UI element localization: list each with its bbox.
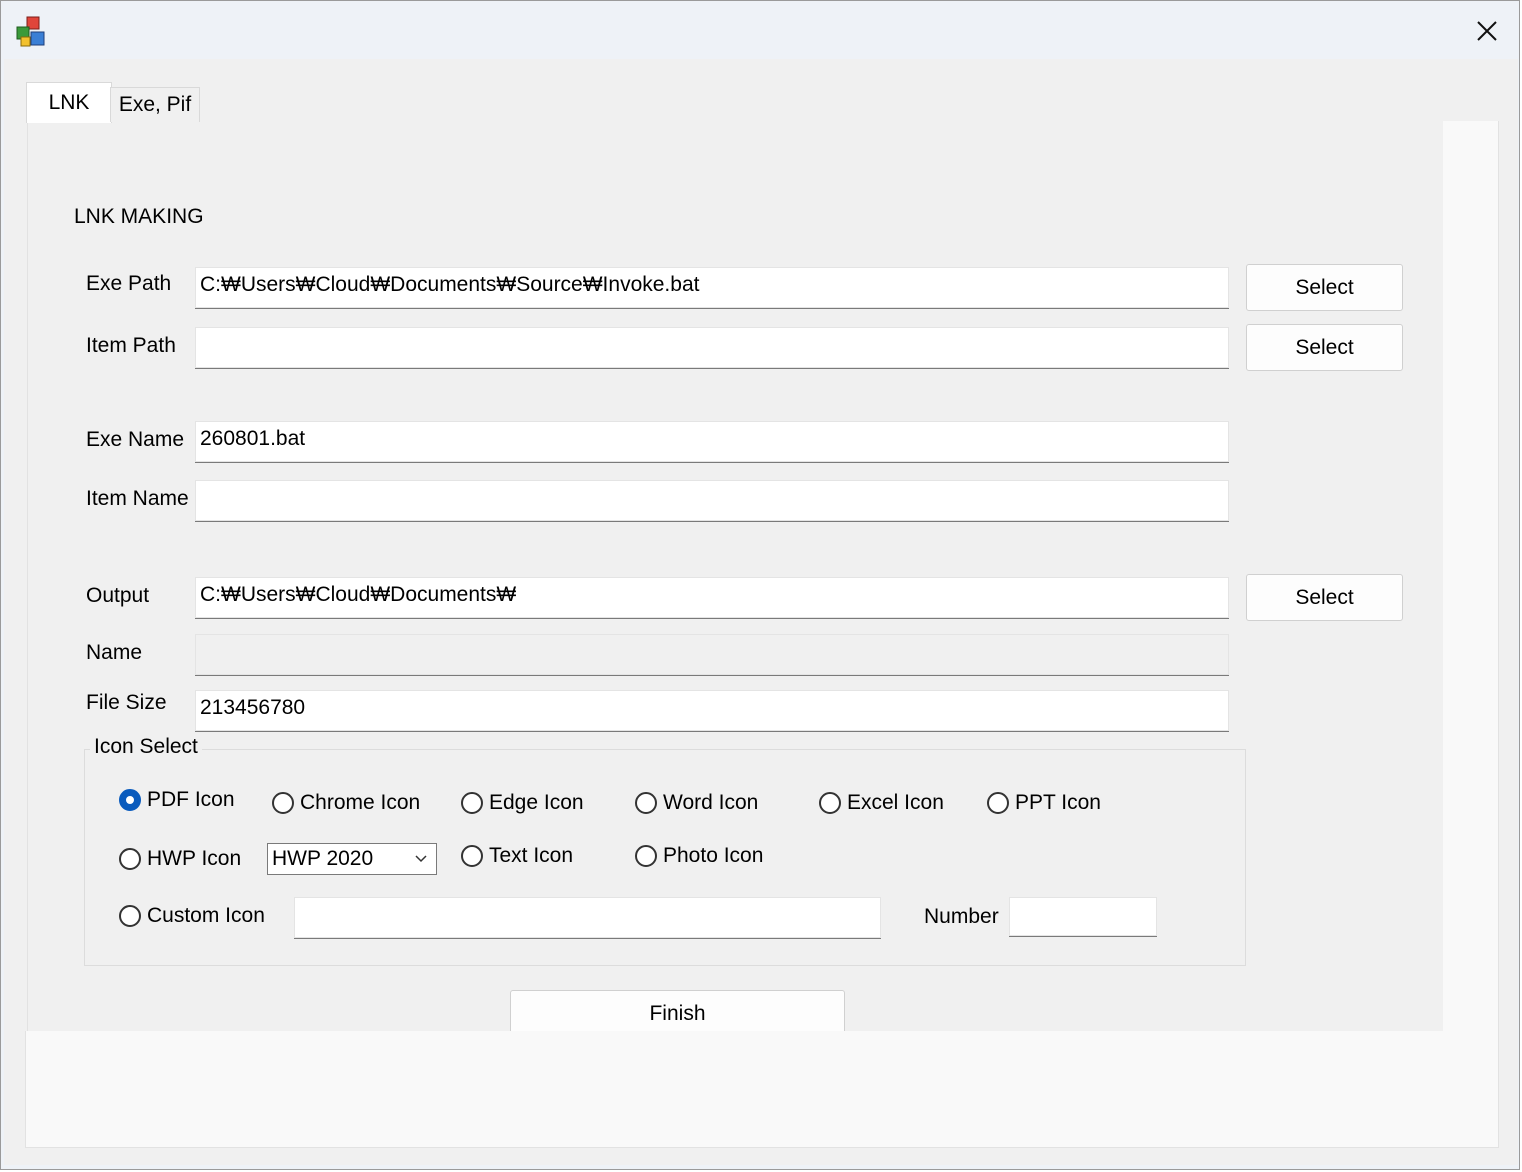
radio-text-label: Text Icon (489, 844, 574, 867)
output-input[interactable]: C:₩Users₩Cloud₩Documents₩ (195, 577, 1229, 619)
radio-photo-icon[interactable]: Photo Icon (635, 844, 763, 868)
radio-word-icon[interactable]: Word Icon (635, 791, 758, 815)
radio-unchecked-icon (119, 905, 141, 927)
item-path-input[interactable] (195, 327, 1229, 369)
radio-unchecked-icon (819, 792, 841, 814)
radio-hwp-icon[interactable]: HWP Icon (119, 847, 241, 871)
radio-excel-icon[interactable]: Excel Icon (819, 791, 944, 815)
tab-exe-pif[interactable]: Exe, Pif (110, 87, 200, 122)
radio-unchecked-icon (987, 792, 1009, 814)
radio-pdf-icon[interactable]: PDF Icon (119, 788, 235, 812)
item-path-select-button[interactable]: Select (1246, 324, 1403, 371)
radio-custom-icon[interactable]: Custom Icon (119, 904, 265, 928)
app-window: LNK MAKING Exe Path C:₩Users₩Cloud₩Docum… (0, 0, 1520, 1170)
output-select-button[interactable]: Select (1246, 574, 1403, 621)
finish-button[interactable]: Finish (510, 990, 845, 1037)
mfc-app-icon (16, 16, 45, 47)
close-icon (1477, 21, 1497, 41)
radio-ppt-icon[interactable]: PPT Icon (987, 791, 1101, 815)
tab-control-background (1443, 121, 1499, 1031)
lnk-tab-panel: LNK MAKING Exe Path C:₩Users₩Cloud₩Docum… (27, 121, 1444, 1037)
exe-path-input[interactable]: C:₩Users₩Cloud₩Documents₩Source₩Invoke.b… (195, 267, 1229, 309)
tab-lnk[interactable]: LNK (26, 82, 112, 123)
name-input (195, 634, 1229, 676)
radio-unchecked-icon (635, 792, 657, 814)
radio-unchecked-icon (272, 792, 294, 814)
radio-custom-label: Custom Icon (147, 904, 265, 927)
radio-word-label: Word Icon (663, 791, 759, 814)
section-title: LNK MAKING (74, 205, 204, 228)
radio-unchecked-icon (461, 792, 483, 814)
radio-pdf-label: PDF Icon (147, 788, 235, 811)
radio-photo-label: Photo Icon (663, 844, 764, 867)
radio-unchecked-icon (119, 848, 141, 870)
title-bar (1, 1, 1519, 59)
file-size-label: File Size (86, 691, 167, 714)
item-name-label: Item Name (86, 487, 189, 510)
client-area: LNK MAKING Exe Path C:₩Users₩Cloud₩Docum… (4, 59, 1518, 1165)
file-size-input[interactable]: 213456780 (195, 690, 1229, 732)
custom-icon-path-input[interactable] (294, 897, 881, 939)
icon-select-title: Icon Select (90, 735, 202, 759)
hwp-version-select[interactable]: HWP 2020 (267, 843, 437, 875)
item-name-input[interactable] (195, 480, 1229, 522)
exe-name-input[interactable]: 260801.bat (195, 421, 1229, 463)
radio-edge-icon[interactable]: Edge Icon (461, 791, 584, 815)
chevron-down-icon (415, 855, 427, 863)
tab-control-bottom-area (25, 1031, 1499, 1148)
radio-text-icon[interactable]: Text Icon (461, 844, 573, 868)
radio-unchecked-icon (461, 845, 483, 867)
output-label: Output (86, 584, 150, 607)
radio-checked-icon (119, 789, 141, 811)
item-path-label: Item Path (86, 334, 176, 357)
radio-unchecked-icon (635, 845, 657, 867)
radio-chrome-icon[interactable]: Chrome Icon (272, 791, 420, 815)
radio-ppt-label: PPT Icon (1015, 791, 1101, 814)
number-input[interactable] (1009, 897, 1157, 937)
radio-hwp-label: HWP Icon (147, 847, 242, 870)
number-label: Number (924, 905, 999, 928)
name-label: Name (86, 641, 143, 664)
close-button[interactable] (1465, 11, 1509, 51)
exe-name-label: Exe Name (86, 428, 185, 451)
radio-chrome-label: Chrome Icon (300, 791, 421, 814)
radio-edge-label: Edge Icon (489, 791, 584, 814)
exe-path-select-button[interactable]: Select (1246, 264, 1403, 311)
radio-excel-label: Excel Icon (847, 791, 944, 814)
hwp-version-value: HWP 2020 (272, 847, 374, 870)
exe-path-label: Exe Path (86, 272, 172, 295)
